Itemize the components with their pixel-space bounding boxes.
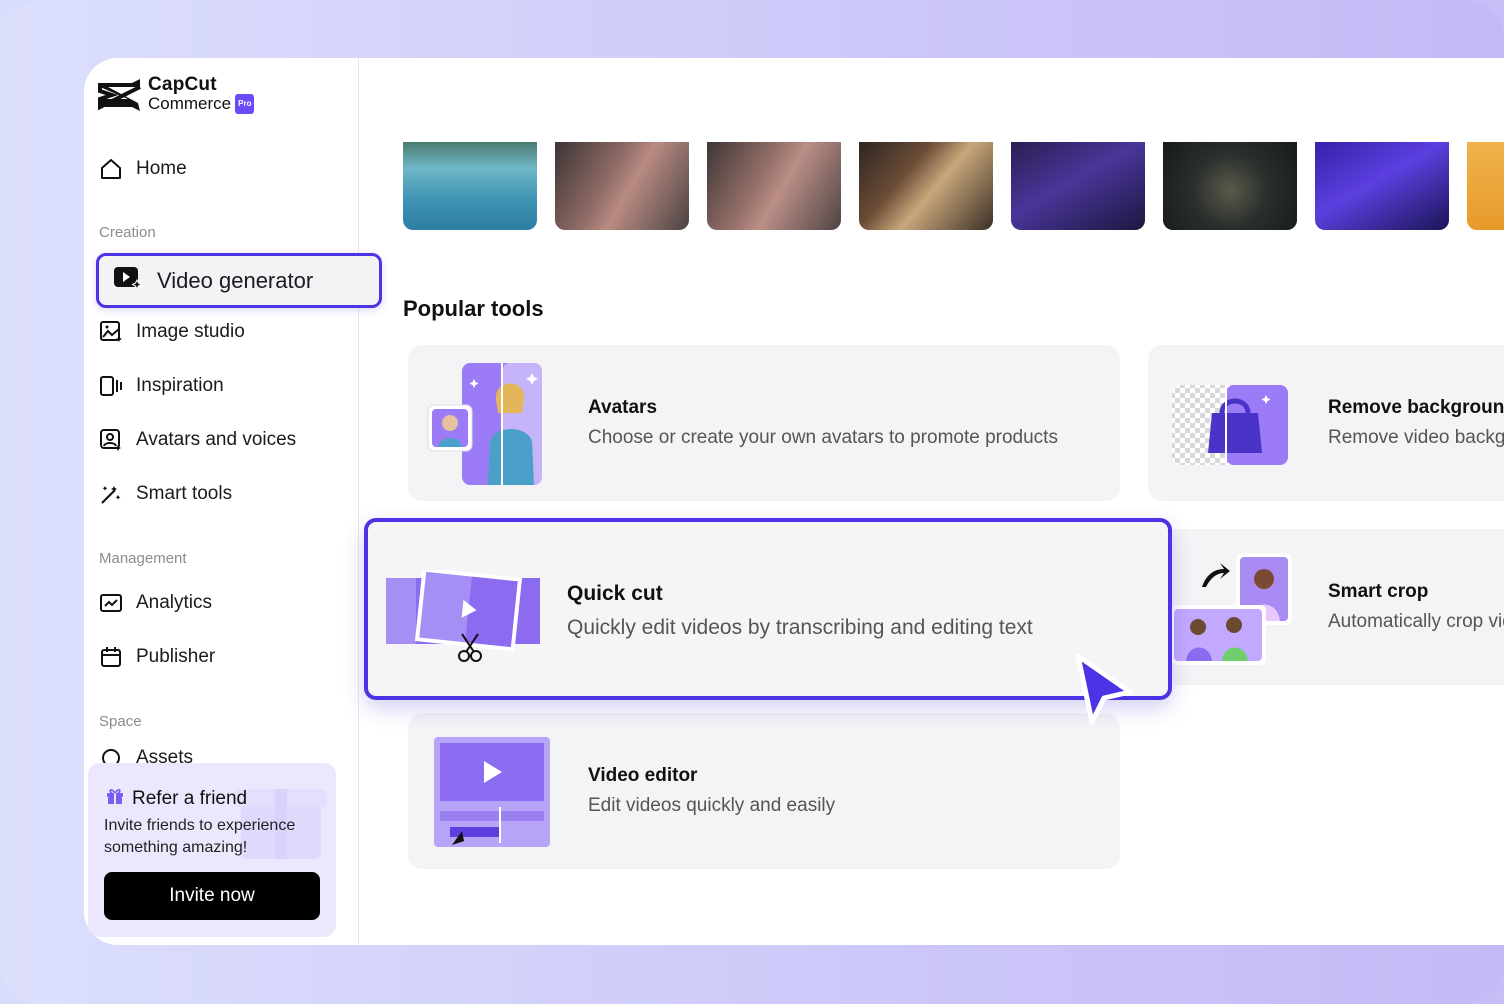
refer-description: Invite friends to experience something a… <box>104 817 296 856</box>
image-studio-icon <box>98 319 124 345</box>
sidebar-item-inspiration[interactable]: Inspiration <box>98 371 224 401</box>
popular-tools-title: Popular tools <box>403 296 544 321</box>
remove-background-illustration-icon <box>1172 385 1288 465</box>
sidebar-item-label: Analytics <box>136 592 213 613</box>
brand-subname: Commerce <box>148 94 232 113</box>
sidebar-item-label: Inspiration <box>136 375 224 396</box>
template-thumbnail[interactable] <box>1163 142 1297 230</box>
gift-icon <box>106 787 124 811</box>
tool-description: Edit videos quickly and easily <box>588 795 836 816</box>
tool-description: Choose or create your own avatars to pro… <box>588 427 1058 448</box>
template-thumbnail[interactable] <box>1467 142 1504 230</box>
avatars-illustration-icon <box>427 363 542 485</box>
sidebar-item-label: Smart tools <box>136 483 233 504</box>
smart-crop-illustration-icon <box>1170 553 1292 665</box>
sidebar-item-image-studio[interactable]: Image studio <box>98 317 245 347</box>
tool-card-avatars[interactable]: Avatars Choose or create your own avatar… <box>408 345 1120 501</box>
tool-description: Remove video background <box>1328 427 1504 448</box>
tool-name: Video editor <box>588 765 698 786</box>
calendar-icon <box>98 644 124 670</box>
inspiration-icon <box>98 373 124 399</box>
tool-card-quick-cut[interactable]: Quick cut Quickly edit videos by transcr… <box>364 518 1172 700</box>
tool-name: Smart crop <box>1328 581 1429 602</box>
tool-name: Quick cut <box>567 582 663 605</box>
tool-name: Remove background <box>1328 397 1504 418</box>
sidebar-item-label: Home <box>136 158 187 179</box>
template-thumbnail[interactable] <box>1315 142 1449 230</box>
brand-logo[interactable]: CapCut Commerce Pro <box>98 74 255 114</box>
tool-name: Avatars <box>588 397 658 418</box>
main-content: Popular tools Avatars Choose or create y… <box>359 58 1504 945</box>
sidebar-item-smart-tools[interactable]: Smart tools <box>98 479 232 509</box>
invite-now-button[interactable]: Invite now <box>104 872 320 920</box>
sidebar-item-label: Publisher <box>136 646 216 667</box>
template-thumbnail[interactable] <box>859 142 993 230</box>
tool-card-remove-background[interactable]: Remove background Remove video backgroun… <box>1148 345 1504 501</box>
tool-card-video-editor[interactable]: Video editor Edit videos quickly and eas… <box>408 713 1120 869</box>
sidebar-item-label: Video generator <box>157 267 314 293</box>
section-label-creation: Creation <box>99 224 156 241</box>
mouse-pointer-icon <box>1075 653 1133 725</box>
brand-name: CapCut <box>148 74 217 95</box>
tool-card-smart-crop[interactable]: Smart crop Automatically crop videos <box>1148 529 1504 685</box>
refer-title: Refer a friend <box>106 787 247 811</box>
sidebar-item-label: Image studio <box>136 321 245 342</box>
refer-card: Refer a friend Invite friends to experie… <box>88 763 336 937</box>
template-thumbnail[interactable] <box>1011 142 1145 230</box>
quick-cut-illustration-icon <box>386 570 540 662</box>
sidebar-item-avatars-voices[interactable]: Avatars and voices <box>98 425 296 455</box>
avatar-voice-icon <box>98 427 124 453</box>
template-thumbnail[interactable] <box>707 142 841 230</box>
home-icon <box>98 156 124 182</box>
sidebar-item-home[interactable]: Home <box>98 154 187 184</box>
sidebar: CapCut Commerce Pro Home Creation Video g… <box>84 58 382 945</box>
section-label-space: Space <box>99 713 142 730</box>
refer-title-text: Refer a friend <box>132 788 248 809</box>
analytics-icon <box>98 590 124 616</box>
sidebar-item-label: Avatars and voices <box>136 429 297 450</box>
tool-description: Automatically crop videos <box>1328 611 1504 632</box>
sidebar-item-publisher[interactable]: Publisher <box>98 642 215 672</box>
sidebar-item-analytics[interactable]: Analytics <box>98 588 212 618</box>
tool-description: Quickly edit videos by transcribing and … <box>567 616 1033 639</box>
app-window: CapCut Commerce Pro Home Creation Video g… <box>84 58 1504 945</box>
template-thumbnail[interactable] <box>403 142 537 230</box>
video-editor-illustration-icon <box>434 737 550 847</box>
sidebar-item-video-generator[interactable]: Video generator <box>96 253 382 308</box>
video-generator-icon <box>113 265 143 296</box>
section-label-management: Management <box>99 550 187 567</box>
pro-badge: Pro <box>235 94 255 114</box>
template-thumbnail[interactable] <box>555 142 689 230</box>
capcut-logo-icon <box>98 79 141 111</box>
background-frame: CapCut Commerce Pro Home Creation Video g… <box>0 0 1504 1004</box>
magic-wand-icon <box>98 481 124 507</box>
